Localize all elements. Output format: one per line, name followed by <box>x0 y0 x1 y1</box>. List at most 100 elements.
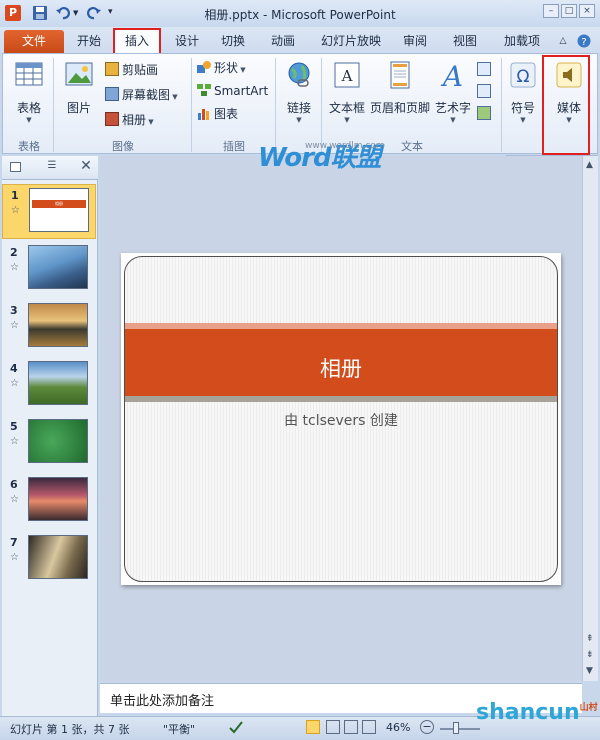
slide-thumbnail-item[interactable]: 2 ☆ <box>2 242 96 297</box>
slide-thumbnail-item[interactable]: 3 ☆ <box>2 300 96 355</box>
tab-animations[interactable]: 动画 <box>264 30 302 53</box>
help-icon[interactable]: ? <box>576 30 592 53</box>
theme-status[interactable]: "平衡" <box>163 721 195 737</box>
ribbon-tab-bar: 文件 开始 插入 设计 切换 动画 幻灯片放映 审阅 视图 加载项 △ ? <box>0 27 600 55</box>
shancun-watermark-sub: 山村 <box>579 703 598 713</box>
tab-design[interactable]: 设计 <box>168 30 206 53</box>
header-footer-label: 页眉和页脚 <box>369 101 430 115</box>
slide-thumbnail <box>28 477 88 521</box>
omega-symbol-icon: Ω <box>510 62 536 88</box>
current-slide[interactable]: 相册 由 tclsevers 创建 <box>121 253 561 585</box>
clipart-icon <box>105 62 119 76</box>
table-button[interactable]: 表格 ▼ <box>9 60 49 124</box>
minimize-button[interactable]: – <box>543 4 559 18</box>
chart-button[interactable]: 图表 <box>197 104 238 124</box>
title-bar: P ▼ ▾ 相册.pptx - Microsoft PowerPoint – □… <box>0 0 600 27</box>
smartart-label: SmartArt <box>214 84 269 98</box>
picture-label: 图片 <box>66 101 91 115</box>
tab-addins[interactable]: 加载项 <box>498 30 546 53</box>
screenshot-button[interactable]: 屏幕截图 ▼ <box>105 85 178 105</box>
picture-button[interactable]: 图片 <box>59 60 99 116</box>
smartart-button[interactable]: SmartArt <box>197 81 268 101</box>
slide-count-status: 幻灯片 第 1 张，共 7 张 <box>10 723 130 736</box>
shapes-label: 形状 <box>214 61 239 75</box>
slide-sorter-view-icon[interactable] <box>326 720 340 734</box>
title-band: 相册 <box>125 323 557 402</box>
slide-thumbnail <box>28 361 88 405</box>
tab-slideshow[interactable]: 幻灯片放映 <box>318 30 384 53</box>
table-icon <box>15 62 43 86</box>
screenshot-label: 屏幕截图 <box>122 88 171 102</box>
thumb-title-band: 相册 <box>32 200 86 208</box>
header-footer-button[interactable]: 页眉和页脚 <box>369 60 431 116</box>
textbox-button[interactable]: A 文本框 ▼ <box>325 60 369 124</box>
globe-link-icon <box>288 62 310 87</box>
slide-thumbnail-item[interactable]: 1 ☆ 相册 <box>2 184 96 239</box>
close-pane-icon[interactable]: ✕ <box>78 158 94 176</box>
svg-text:Ω: Ω <box>517 67 530 87</box>
vertical-scrollbar[interactable]: ▲ ⇞ ⇟ ▼ <box>582 156 598 681</box>
tab-home[interactable]: 开始 <box>70 30 108 53</box>
tab-transitions[interactable]: 切换 <box>214 30 252 53</box>
slide-number: 7 <box>10 536 18 549</box>
scroll-up-icon[interactable]: ▲ <box>586 160 593 170</box>
shancun-watermark: shancun山村 <box>476 700 598 725</box>
zoom-level[interactable]: 46% <box>386 721 410 734</box>
animation-star-icon: ☆ <box>10 494 19 505</box>
clipart-button[interactable]: 剪贴画 <box>105 60 158 80</box>
link-button[interactable]: 链接 ▼ <box>281 60 317 124</box>
object-button[interactable] <box>477 104 493 124</box>
shapes-button[interactable]: 形状 ▼ <box>197 58 246 78</box>
slideshow-view-icon[interactable] <box>362 720 376 734</box>
animation-star-icon: ☆ <box>10 552 19 563</box>
symbol-button[interactable]: Ω 符号 ▼ <box>505 60 541 124</box>
zoom-out-icon[interactable]: − <box>420 720 434 734</box>
slide-thumbnail-item[interactable]: 7 ☆ <box>2 532 96 587</box>
photo-album-label: 相册 <box>122 113 147 127</box>
link-dropdown-icon: ▼ <box>296 116 302 124</box>
notes-placeholder[interactable]: 单击此处添加备注 <box>110 690 214 709</box>
outline-tab-icon[interactable]: ☰ <box>40 160 64 175</box>
slide-thumbnail-item[interactable]: 5 ☆ <box>2 416 96 471</box>
textbox-label: 文本框 <box>328 101 365 115</box>
clipart-label: 剪贴画 <box>122 63 159 77</box>
slide-number-button[interactable] <box>477 82 493 102</box>
tab-review[interactable]: 审阅 <box>396 30 434 53</box>
slides-pane-tabs: ☰ ✕ <box>2 156 98 180</box>
slide-number: 3 <box>10 304 18 317</box>
previous-slide-icon[interactable]: ⇞ <box>586 634 594 644</box>
reading-view-icon[interactable] <box>344 720 358 734</box>
slide-thumbnail-item[interactable]: 6 ☆ <box>2 474 96 529</box>
slide-title[interactable]: 相册 <box>125 353 557 383</box>
zoom-slider[interactable] <box>440 728 480 730</box>
slide-thumbnail <box>28 535 88 579</box>
close-button[interactable]: × <box>579 4 595 18</box>
photo-album-button[interactable]: 相册 ▼ <box>105 110 154 130</box>
slides-tab-icon[interactable] <box>10 162 21 172</box>
slide-frame: 相册 由 tclsevers 创建 <box>124 256 558 582</box>
slide-number: 2 <box>10 246 18 259</box>
normal-view-icon[interactable] <box>306 720 320 734</box>
group-divider <box>53 58 54 152</box>
symbol-dropdown-icon: ▼ <box>520 116 526 124</box>
zoom-slider-thumb[interactable] <box>453 722 459 734</box>
date-time-button[interactable] <box>477 60 493 80</box>
tab-view[interactable]: 视图 <box>446 30 484 53</box>
minimize-ribbon-icon[interactable]: △ <box>556 30 570 53</box>
restore-button[interactable]: □ <box>561 4 577 18</box>
symbol-label: 符号 <box>510 101 535 115</box>
tab-insert[interactable]: 插入 <box>113 28 161 55</box>
slide-thumbnail <box>28 303 88 347</box>
photo-album-icon <box>105 112 119 126</box>
spelling-check-icon[interactable] <box>228 720 244 737</box>
tab-file[interactable]: 文件 <box>4 30 64 53</box>
scroll-down-icon[interactable]: ▼ <box>586 666 593 676</box>
slide-subtitle[interactable]: 由 tclsevers 创建 <box>125 410 557 430</box>
next-slide-icon[interactable]: ⇟ <box>586 650 594 660</box>
animation-star-icon: ☆ <box>10 436 19 447</box>
wordart-button[interactable]: A 艺术字 ▼ <box>433 60 473 124</box>
smartart-icon <box>197 83 211 97</box>
slide-thumbnail-item[interactable]: 4 ☆ <box>2 358 96 413</box>
shapes-icon <box>197 60 211 74</box>
animation-star-icon: ☆ <box>10 320 19 331</box>
